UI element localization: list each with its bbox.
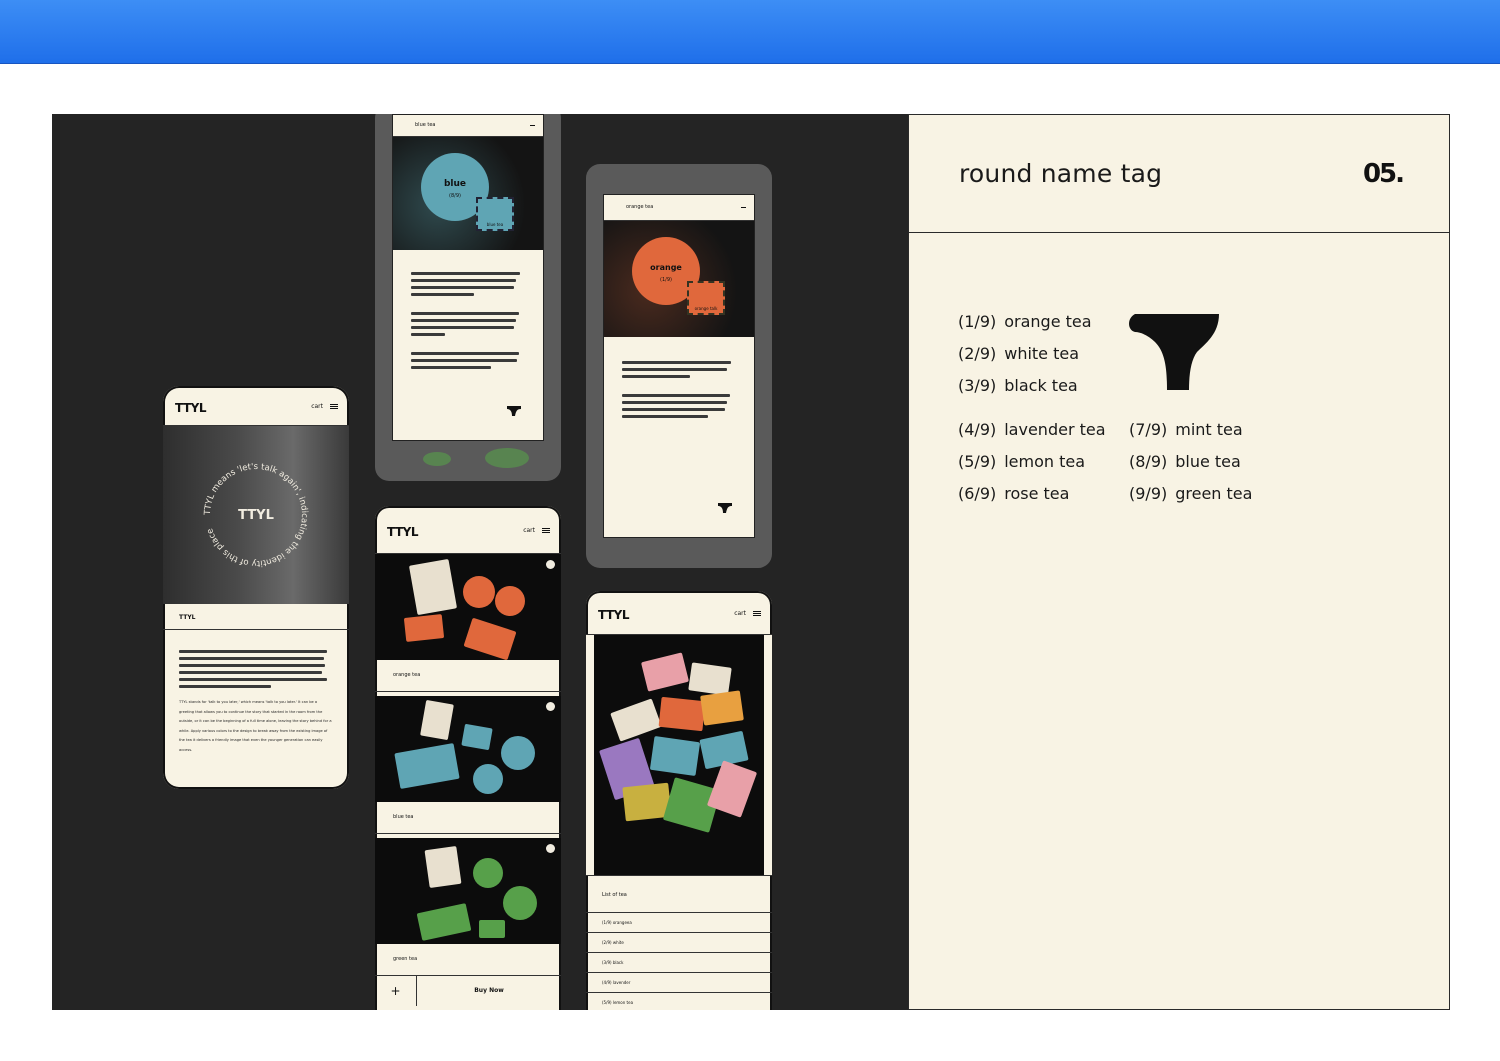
tea-list-right: (7/9) mint tea (8/9) blue tea (9/9) green t…: [1129, 414, 1252, 510]
phone-list: TTYL cart List of tea (1/9) orangeea (2/…: [586, 591, 772, 1010]
blue-sheet-header: blue tea: [415, 122, 436, 128]
tea-list-left-bottom: (4/9) lavender tea (5/9) lemon tea (6/9) ro…: [958, 414, 1106, 510]
ttyl-mark-icon: [507, 406, 521, 416]
english-paragraph: TTYL stands for 'talk to you later,' whi…: [179, 700, 332, 752]
tea-item: (2/9) white tea: [958, 344, 1080, 363]
tea-item: (3/9) black tea: [958, 376, 1078, 395]
product-row[interactable]: green tea: [375, 944, 561, 976]
list-item[interactable]: (4/9) lavender: [586, 973, 772, 993]
phone-products-header: TTYL cart: [375, 506, 561, 554]
list-item[interactable]: (2/9) white: [586, 933, 772, 953]
hero-brand: TTYL: [238, 508, 274, 523]
tea-item: (9/9) green tea: [1129, 484, 1253, 503]
ttyl-t-logo-icon: [1129, 314, 1219, 390]
orange-sheet-header: orange tea: [626, 204, 654, 210]
panel-header: round name tag 05.: [909, 115, 1449, 233]
blue-stamp: blue tea: [476, 197, 514, 231]
mockup-stage: TTYL cart TTYL means 'let's talk again',…: [52, 114, 909, 1010]
panel-title: round name tag: [959, 159, 1163, 188]
blue-description: [393, 250, 543, 369]
ring-text-graphic: TTYL means 'let's talk again', indicatin…: [203, 462, 309, 568]
phone-products: TTYL cart orange tea blue tea green tea …: [375, 506, 561, 1010]
collapse-icon[interactable]: [741, 207, 746, 208]
tea-list-left-top: (1/9) orange tea (2/9) white tea (3/9) blac…: [958, 306, 1092, 402]
list-item[interactable]: (1/9) orangeea: [586, 913, 772, 933]
list-item[interactable]: (3/9) black: [586, 953, 772, 973]
tea-item: (8/9) blue tea: [1129, 452, 1241, 471]
phone-orange-sheet: orange tea orange (1/9) orange talk: [603, 194, 755, 538]
minus-icon[interactable]: [546, 844, 555, 853]
section-title: TTYL: [179, 614, 196, 621]
phone-list-header: TTYL cart: [586, 591, 772, 635]
brand-logo[interactable]: TTYL: [175, 401, 206, 415]
info-panel: round name tag 05. (1/9) orange tea (2/9)…: [908, 114, 1450, 1010]
menu-icon[interactable]: [542, 528, 550, 533]
product-row[interactable]: orange tea: [375, 660, 561, 692]
tea-cards-photo: [586, 635, 772, 875]
minus-icon[interactable]: [546, 702, 555, 711]
tea-item: (1/9) orange tea: [958, 312, 1092, 331]
tea-item: (4/9) lavender tea: [958, 420, 1106, 439]
blue-tag-photo: blue (8/9) blue tea: [393, 137, 543, 250]
tea-item: (6/9) rose tea: [958, 484, 1070, 503]
minus-icon[interactable]: [546, 560, 555, 569]
phone-orange-frame: orange tea orange (1/9) orange talk: [586, 164, 772, 568]
list-item[interactable]: (5/9) lemon tea: [586, 993, 772, 1010]
home-section-bar: TTYL: [163, 604, 349, 630]
orange-stamp: orange talk: [687, 281, 725, 315]
tea-list-rows: (1/9) orangeea (2/9) white (3/9) black (…: [586, 913, 772, 1010]
product-photo-green[interactable]: [375, 838, 561, 944]
home-hero-image: TTYL means 'let's talk again', indicatin…: [163, 426, 349, 604]
product-row[interactable]: blue tea: [375, 802, 561, 834]
cart-link[interactable]: cart: [734, 610, 746, 617]
orange-description: [604, 337, 754, 418]
phone-blue-sheet: blue tea blue (8/9) blue tea: [392, 114, 544, 441]
ttyl-mark-icon: [718, 503, 732, 513]
tea-item: (7/9) mint tea: [1129, 420, 1243, 439]
phone-home-header: TTYL cart: [163, 386, 349, 426]
cart-link[interactable]: cart: [311, 403, 323, 410]
menu-icon[interactable]: [330, 404, 338, 409]
brand-logo[interactable]: TTYL: [598, 608, 629, 622]
list-title-row: List of tea: [586, 875, 772, 913]
buy-now-button[interactable]: Buy Now: [417, 976, 561, 1006]
phone-blue-frame: blue tea blue (8/9) blue tea: [375, 114, 561, 481]
menu-icon[interactable]: [753, 611, 761, 616]
tea-item: (5/9) lemon tea: [958, 452, 1086, 471]
orange-tag-photo: orange (1/9) orange talk: [604, 221, 754, 337]
collapse-icon[interactable]: [530, 125, 535, 126]
cart-link[interactable]: cart: [523, 527, 535, 534]
korean-paragraph: [163, 630, 349, 688]
phone-home: TTYL cart TTYL means 'let's talk again',…: [163, 386, 349, 789]
purchase-bar: + Buy Now: [375, 976, 561, 1006]
add-to-cart-button[interactable]: +: [375, 976, 417, 1006]
brand-logo[interactable]: TTYL: [387, 525, 418, 539]
product-photo-orange[interactable]: [375, 554, 561, 661]
browser-top-bar: [0, 0, 1500, 64]
panel-number: 05.: [1362, 159, 1405, 189]
product-photo-blue[interactable]: [375, 696, 561, 802]
